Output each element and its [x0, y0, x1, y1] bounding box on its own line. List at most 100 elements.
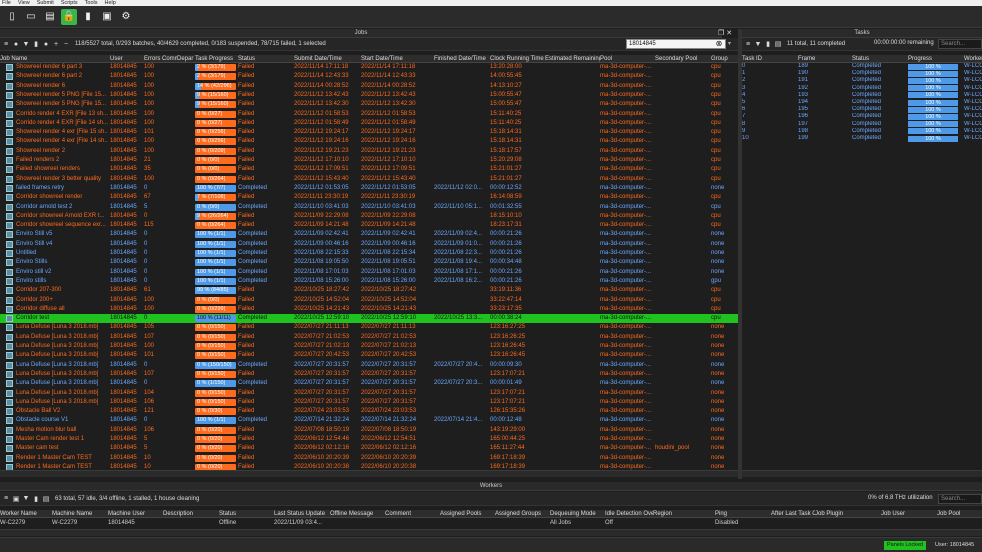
column-header[interactable]: Ping [715, 510, 770, 517]
column-header[interactable]: Status [852, 55, 907, 62]
clear-search-icon[interactable]: ⊗ [714, 39, 724, 49]
column-header[interactable]: Group [711, 55, 738, 62]
table-row[interactable]: Showreel render 2 18014845 100 0 % (0/209) F… [0, 147, 738, 156]
column-header[interactable]: Status [219, 510, 273, 517]
tasks-horizontal-scrollbar[interactable] [742, 470, 982, 477]
menu-icon[interactable]: ≡ [2, 495, 10, 502]
table-row[interactable]: Corridor showreel Arnold EXR t... 1801484… [0, 212, 738, 221]
menu-icon[interactable]: ≡ [2, 41, 10, 48]
table-row[interactable]: Corridor diffuse all 18014845 100 0 % (0/29… [0, 305, 738, 314]
jobs-search-input[interactable]: 18014845 [626, 39, 726, 49]
column-header[interactable]: Status [238, 55, 293, 62]
table-row[interactable]: 9 198 Completed 100 % W-LCC [742, 128, 982, 135]
table-row[interactable]: Corrido render 4 EXR [File 13 sh... 18014… [0, 110, 738, 119]
column-header[interactable]: Errors [144, 55, 162, 62]
column-header[interactable]: Depar [177, 55, 194, 62]
jobs-horizontal-scrollbar[interactable] [0, 470, 738, 477]
lock-icon[interactable]: 🔒 [61, 8, 77, 25]
column-header[interactable]: Job Plugin [815, 510, 880, 517]
computer-icon[interactable]: ▣ [12, 495, 20, 503]
table-row[interactable]: Corridor test 18014845 0 100 % (11/11) Compl… [0, 314, 738, 324]
column-header[interactable]: Description [163, 510, 218, 517]
remove-icon[interactable]: − [62, 41, 70, 48]
table-row[interactable]: Luna Defuse [Luna 3 2018.mb] 18014845 101 0… [0, 351, 738, 360]
column-header[interactable]: Machine User [108, 510, 162, 517]
column-header[interactable]: Estimated Remaining [545, 55, 600, 62]
column-header[interactable]: Comm [162, 55, 177, 62]
table-row[interactable]: Enviro still v2 18014845 0 100 % (1/1) Compl… [0, 268, 738, 277]
column-header[interactable]: Idle Detection Overr [605, 510, 653, 517]
column-header[interactable]: Machine Name [52, 510, 107, 517]
column-header[interactable]: Submit Date/Time [294, 55, 360, 62]
table-row[interactable]: 0 189 Completed 100 % W-LCC [742, 63, 982, 70]
users-icon[interactable]: ● [42, 41, 50, 48]
table-row[interactable]: Corrido render 4 EXR [File 14 sh... 18014… [0, 119, 738, 128]
table-row[interactable]: 3 192 Completed 100 % W-LCC [742, 85, 982, 92]
filter-icon[interactable]: ▼ [22, 495, 30, 502]
table-row[interactable]: W-C2279 W-C2279 18014845 Offline 2022/11/09 … [0, 518, 982, 528]
table-row[interactable]: Render 1 Master Cam TEST 18014845 10 0 % (0… [0, 454, 738, 463]
table-row[interactable]: Enviro stills 18014845 0 100 % (1/1) Complet… [0, 277, 738, 286]
menu-icon[interactable]: ≡ [744, 41, 752, 48]
window-icon[interactable]: ▭ [23, 9, 39, 25]
table-row[interactable]: Corridor showreel sequence exr... 1801484… [0, 221, 738, 230]
table-row[interactable]: Showreel render 4 exr [File 15 sh... 1801… [0, 128, 738, 137]
table-row[interactable]: Corridor showreel render 18014845 67 7 % (7… [0, 193, 738, 202]
column-header[interactable]: Region [653, 510, 713, 517]
column-header[interactable]: Task ID [742, 55, 786, 62]
table-row[interactable]: 5 194 Completed 100 % W-LCC [742, 99, 982, 106]
column-header[interactable]: Finished Date/Time [434, 55, 490, 62]
column-header[interactable]: Assigned Groups [495, 510, 549, 517]
filter-icon[interactable]: ▼ [754, 41, 762, 48]
table-row[interactable]: Mesha motion blur ball 18014845 106 0 % (0/… [0, 426, 738, 435]
column-header[interactable]: Last Status Update [274, 510, 328, 517]
tasks-search-input[interactable]: Search... [938, 39, 982, 49]
table-row[interactable]: Master Cam render test 1 18014845 5 0 % (0/… [0, 435, 738, 444]
close-icon[interactable]: ✕ [726, 30, 732, 37]
column-header[interactable]: Secondary Pool [655, 55, 710, 62]
panels-locked-badge[interactable]: Panels Locked [884, 541, 927, 550]
bookmark-icon[interactable]: ▮ [32, 495, 40, 503]
column-header[interactable]: Job User [881, 510, 936, 517]
table-row[interactable]: Master cam test 18014845 5 0 % (0/20) Failed… [0, 444, 738, 453]
column-header[interactable]: Task Progress [195, 55, 237, 62]
list-icon[interactable]: ▤ [42, 495, 50, 503]
table-row[interactable]: Obstacle course V1 18014845 0 100 % (1/1) Co… [0, 416, 738, 425]
table-row[interactable]: 7 196 Completed 100 % W-LCC [742, 113, 982, 120]
phone-icon[interactable]: ▯ [4, 9, 20, 25]
column-header[interactable]: Offline Message [330, 510, 384, 517]
table-row[interactable]: Showreel render 6 18014845 100 14 % (42/296… [0, 82, 738, 91]
column-header[interactable]: Job Pool [937, 510, 982, 517]
column-header[interactable]: Comment [385, 510, 439, 517]
restore-icon[interactable]: ❐ [718, 30, 724, 37]
table-row[interactable]: Enviro Stills 18014845 0 100 % (1/1) Complet… [0, 258, 738, 267]
table-row[interactable]: Luna Defuse [Luna 3 2018.mb] 18014845 107 0… [0, 333, 738, 342]
filter-icon[interactable]: ▼ [22, 41, 30, 48]
column-header[interactable]: User [110, 55, 143, 62]
workers-horizontal-scrollbar[interactable] [0, 529, 982, 536]
workers-search-input[interactable]: Search... [938, 494, 982, 504]
table-row[interactable]: Corridor 207-300 18014845 61 99 % (84/85) Fa… [0, 286, 738, 295]
table-row[interactable]: Failed renders 2 18014845 21 0 % (0/0) Faile… [0, 156, 738, 165]
table-row[interactable]: Render 1 Master Cam TEST 18014845 10 0 % (0… [0, 463, 738, 470]
table-row[interactable]: Luna Defuse [Luna 3 2018.mb] 18014845 107 0… [0, 370, 738, 379]
column-header[interactable]: Dequeuing Mode [550, 510, 604, 517]
table-row[interactable]: Luna Defuse [Luna 3 2018.mb] 18014845 100 0… [0, 342, 738, 351]
chevron-down-icon[interactable]: ▾ [728, 39, 737, 49]
table-row[interactable]: 6 195 Completed 100 % W-LCC [742, 106, 982, 113]
table-row[interactable]: Enviro Still v4 18014845 0 100 % (1/1) Compl… [0, 240, 738, 249]
column-header[interactable]: Pool [600, 55, 654, 62]
table-row[interactable]: Showreel render 3 better quality 18014845… [0, 175, 738, 184]
user-icon[interactable]: ● [12, 41, 20, 48]
add-icon[interactable]: + [52, 41, 60, 48]
column-header[interactable]: Start Date/Time [361, 55, 433, 62]
column-header[interactable]: Progress [908, 55, 964, 62]
table-row[interactable]: Luna Defuse [Luna 3 2018.mb] 18014845 105 0… [0, 323, 738, 332]
column-header[interactable]: Worker [964, 55, 982, 62]
table-row[interactable]: Untitled 18014845 0 100 % (1/1) Completed 202… [0, 249, 738, 258]
table-row[interactable]: Showreel render 4 exr [File 14 sh... 1801… [0, 137, 738, 146]
table-row[interactable]: Failed showreel renders 18014845 35 0 % (0/… [0, 165, 738, 174]
table-row[interactable]: Obstacle Ball V2 18014845 121 0 % (0/30) Fai… [0, 407, 738, 416]
table-row[interactable]: 4 193 Completed 100 % W-LCC [742, 92, 982, 99]
table-row[interactable]: Luna Defuse [Luna 3 2018.mb] 18014845 0 0 %… [0, 379, 738, 388]
